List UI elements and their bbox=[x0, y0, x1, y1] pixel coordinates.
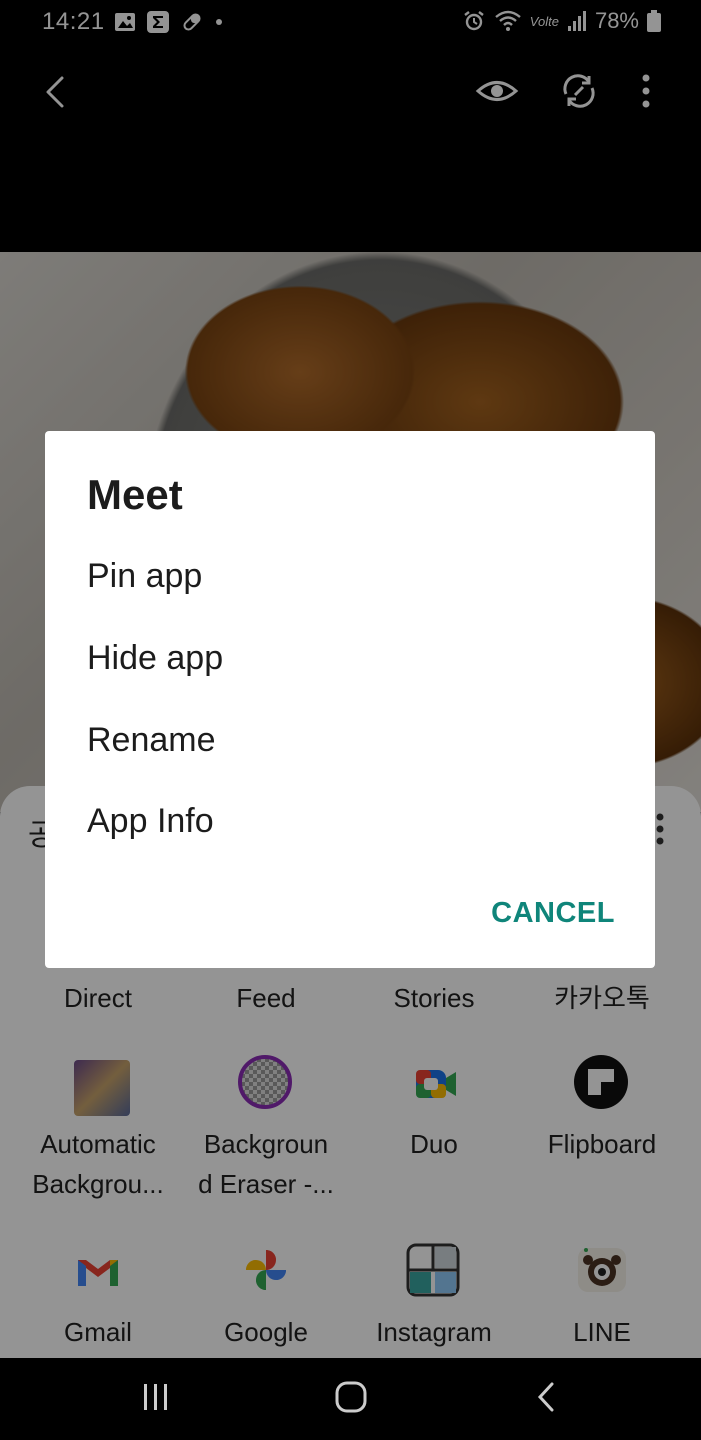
hide-app-option[interactable]: Hide app bbox=[87, 639, 223, 678]
cancel-button[interactable]: CANCEL bbox=[491, 897, 615, 930]
rename-option[interactable]: Rename bbox=[87, 721, 216, 760]
nav-back-icon[interactable] bbox=[532, 1380, 562, 1414]
recent-apps-icon[interactable] bbox=[140, 1380, 172, 1414]
app-options-dialog: Meet Pin app Hide app Rename App Info CA… bbox=[45, 431, 655, 968]
dialog-title: Meet bbox=[87, 471, 183, 518]
home-icon[interactable] bbox=[334, 1380, 368, 1414]
system-nav-bar bbox=[0, 1358, 701, 1440]
app-info-option[interactable]: App Info bbox=[87, 802, 214, 841]
pin-app-option[interactable]: Pin app bbox=[87, 557, 202, 596]
